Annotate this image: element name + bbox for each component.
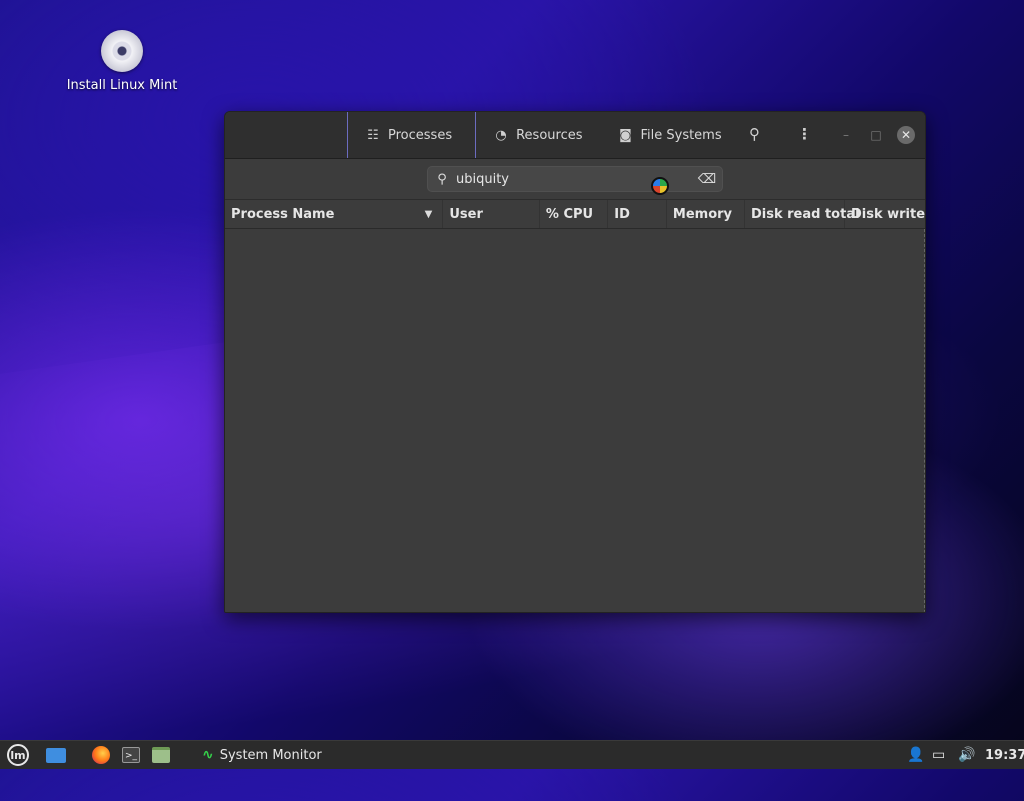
search-bar: ⚲ ubiquity ⌫: [225, 159, 925, 200]
system-monitor-window: ☷ Processes ◔ Resources ◙ File Systems ⚲…: [224, 111, 926, 613]
close-button[interactable]: ✕: [897, 126, 915, 144]
disc-icon: [101, 30, 143, 72]
column-header-disk-write[interactable]: Disk write: [845, 200, 925, 228]
network-applet[interactable]: ▭: [932, 744, 945, 766]
minimize-icon: –: [843, 128, 849, 142]
tab-file-systems[interactable]: ◙ File Systems: [600, 112, 739, 158]
tab-label: File Systems: [640, 127, 722, 143]
maximize-button[interactable]: □: [867, 126, 885, 144]
tab-label: Resources: [516, 127, 583, 143]
search-toggle-button[interactable]: ⚲: [749, 125, 760, 143]
menu-button[interactable]: lm: [7, 744, 29, 766]
desktop-icon-install-linux-mint[interactable]: Install Linux Mint: [62, 30, 182, 93]
column-label: Disk write: [850, 206, 925, 222]
taskbar: lm >_ ∿ System Monitor 👤 ▭ 🔊 19:37: [0, 740, 1024, 769]
user-applet[interactable]: 👤: [907, 744, 924, 766]
column-header-id[interactable]: ID: [608, 200, 667, 228]
kebab-menu-icon: ⋮: [797, 125, 812, 143]
volume-icon: 🔊: [958, 747, 976, 763]
column-header-cpu[interactable]: % CPU: [540, 200, 609, 228]
user-icon: 👤: [907, 747, 925, 763]
column-label: Process Name: [231, 206, 335, 222]
taskbar-window-label: System Monitor: [219, 747, 322, 763]
column-label: User: [449, 206, 483, 222]
clock-time: 19:37: [985, 747, 1024, 763]
column-header-process-name[interactable]: Process Name ▼: [225, 200, 444, 228]
tab-resources[interactable]: ◔ Resources: [476, 112, 600, 158]
column-header-memory[interactable]: Memory: [667, 200, 745, 228]
view-switcher: ☷ Processes ◔ Resources ◙ File Systems: [347, 112, 740, 158]
column-label: % CPU: [545, 206, 594, 222]
clear-search-icon[interactable]: ⌫: [692, 172, 722, 187]
tab-label: Processes: [388, 127, 453, 143]
terminal-launcher[interactable]: >_: [122, 744, 140, 766]
column-label: Memory: [672, 206, 733, 222]
search-icon: ⚲: [749, 125, 760, 143]
desktop-icon-label: Install Linux Mint: [66, 78, 178, 93]
maximize-icon: □: [870, 128, 882, 142]
desktop-icon: [46, 747, 66, 763]
close-icon: ✕: [900, 128, 912, 142]
terminal-icon: >_: [122, 747, 140, 763]
column-header-user[interactable]: User: [443, 200, 540, 228]
network-icon: ▭: [932, 747, 946, 763]
linux-mint-logo-icon: lm: [7, 744, 29, 766]
show-desktop-button[interactable]: [46, 744, 66, 766]
minimize-button[interactable]: –: [837, 126, 855, 144]
system-monitor-icon: ∿: [202, 747, 214, 763]
sort-descending-icon: ▼: [424, 208, 433, 220]
firefox-icon: [92, 746, 110, 764]
process-list[interactable]: [225, 229, 925, 612]
process-table-header: Process Name ▼ User % CPU ID Memory Disk…: [225, 200, 925, 229]
search-icon: ⚲: [437, 171, 447, 187]
disk-icon: ◙: [619, 127, 632, 143]
header-bar: ☷ Processes ◔ Resources ◙ File Systems ⚲…: [225, 112, 925, 159]
firefox-launcher[interactable]: [92, 744, 110, 766]
files-launcher[interactable]: [152, 744, 170, 766]
column-label: Disk read total: [750, 206, 860, 222]
column-header-disk-read-total[interactable]: Disk read total: [745, 200, 860, 228]
clock[interactable]: 19:37: [985, 744, 1024, 766]
busy-cursor-icon: [651, 177, 669, 195]
gauge-icon: ◔: [495, 127, 507, 143]
list-icon: ☷: [367, 127, 379, 143]
column-label: ID: [614, 206, 630, 222]
search-input[interactable]: ⚲ ubiquity ⌫: [427, 166, 723, 192]
folder-icon: [152, 747, 170, 763]
menu-button[interactable]: ⋮: [797, 125, 812, 143]
tab-processes[interactable]: ☷ Processes: [347, 112, 477, 158]
taskbar-window-system-monitor[interactable]: ∿ System Monitor: [202, 744, 322, 766]
volume-applet[interactable]: 🔊: [958, 744, 975, 766]
